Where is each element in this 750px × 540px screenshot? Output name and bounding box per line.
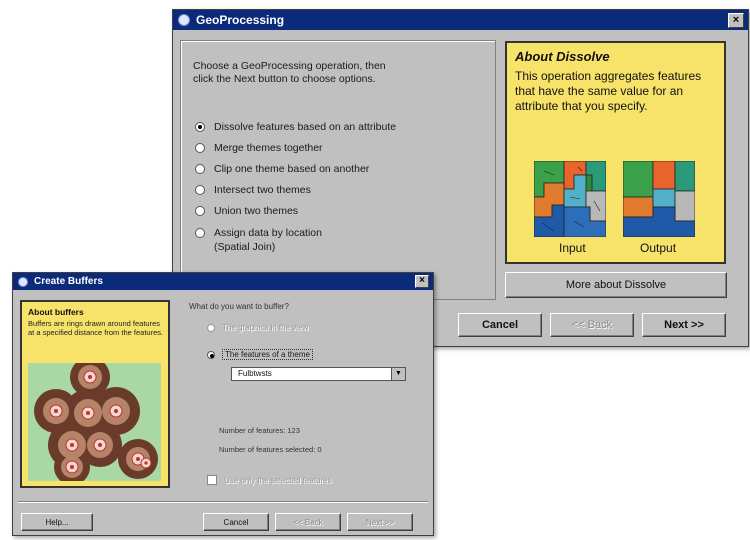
- app-icon: [178, 14, 190, 26]
- chevron-down-icon[interactable]: ▼: [391, 368, 405, 380]
- window-title: Create Buffers: [34, 276, 103, 287]
- dissolve-output-map: [623, 161, 695, 237]
- option-merge[interactable]: Merge themes together: [195, 142, 323, 154]
- buffer-map: [28, 363, 161, 481]
- close-icon[interactable]: ×: [415, 275, 429, 288]
- option-label-group: Assign data by location (Spatial Join): [214, 226, 322, 254]
- close-icon[interactable]: ×: [728, 13, 744, 28]
- buffers-titlebar[interactable]: Create Buffers ×: [13, 273, 433, 290]
- about-title: About Dissolve: [515, 49, 610, 64]
- checkbox-label: Use only the selected features: [224, 475, 332, 485]
- back-button[interactable]: << Back: [550, 313, 634, 337]
- feature-count: Number of features: 123: [219, 426, 300, 435]
- option-clip[interactable]: Clip one theme based on another: [195, 163, 369, 175]
- about-buffers-panel: About buffers Buffers are rings drawn ar…: [20, 300, 170, 488]
- option-label: The graphics in the view: [222, 323, 309, 332]
- app-icon: [18, 276, 28, 287]
- option-intersect[interactable]: Intersect two themes: [195, 184, 311, 196]
- instructions-text: Choose a GeoProcessing operation, then c…: [193, 60, 386, 85]
- option-label: Dissolve features based on an attribute: [214, 121, 397, 133]
- about-dissolve-panel: About Dissolve This operation aggregates…: [505, 41, 726, 264]
- option-label: The features of a theme: [222, 349, 313, 360]
- input-caption: Input: [559, 241, 586, 255]
- cancel-button[interactable]: Cancel: [458, 313, 542, 337]
- option-theme-features[interactable]: The features of a theme: [207, 349, 313, 360]
- radio-button[interactable]: [195, 122, 205, 132]
- option-label-secondary: (Spatial Join): [214, 241, 276, 253]
- about-text: Buffers are rings drawn around features …: [28, 319, 164, 337]
- option-label: Merge themes together: [214, 142, 323, 154]
- buffer-question: What do you want to buffer?: [189, 302, 289, 311]
- radio-button[interactable]: [195, 228, 205, 238]
- radio-button[interactable]: [195, 143, 205, 153]
- cancel-button[interactable]: Cancel: [203, 513, 269, 531]
- option-label: Clip one theme based on another: [214, 163, 370, 175]
- radio-button[interactable]: [207, 350, 215, 359]
- footer-divider: [18, 501, 428, 503]
- option-label: Intersect two themes: [214, 184, 311, 196]
- selected-count: Number of features selected: 0: [219, 445, 322, 454]
- theme-dropdown-value: Fulbtwsts: [238, 369, 272, 378]
- radio-button[interactable]: [195, 185, 205, 195]
- help-button[interactable]: Help...: [21, 513, 93, 531]
- checkbox[interactable]: [207, 475, 217, 485]
- next-button[interactable]: Next >>: [347, 513, 413, 531]
- selected-only-checkbox-row[interactable]: Use only the selected features: [207, 475, 332, 485]
- about-text: This operation aggregates features that …: [515, 69, 702, 113]
- radio-button[interactable]: [207, 323, 215, 332]
- theme-dropdown[interactable]: Fulbtwsts ▼: [231, 367, 406, 381]
- geoprocessing-titlebar[interactable]: GeoProcessing ×: [173, 10, 748, 30]
- radio-button[interactable]: [195, 206, 205, 216]
- more-about-dissolve-button[interactable]: More about Dissolve: [505, 272, 727, 298]
- create-buffers-window: Create Buffers × About buffers Buffers a…: [12, 272, 434, 536]
- output-caption: Output: [640, 241, 677, 255]
- next-button[interactable]: Next >>: [642, 313, 726, 337]
- about-title: About buffers: [28, 307, 84, 317]
- option-label: Assign data by location: [214, 227, 322, 239]
- back-button[interactable]: << Back: [275, 513, 341, 531]
- radio-button[interactable]: [195, 164, 205, 174]
- option-union[interactable]: Union two themes: [195, 205, 298, 217]
- option-spatial-join[interactable]: Assign data by location (Spatial Join): [195, 226, 322, 254]
- option-label: Union two themes: [214, 205, 299, 217]
- dissolve-input-map: [534, 161, 606, 237]
- option-dissolve[interactable]: Dissolve features based on an attribute: [195, 121, 396, 133]
- option-graphics[interactable]: The graphics in the view: [207, 323, 308, 332]
- window-title: GeoProcessing: [196, 13, 285, 27]
